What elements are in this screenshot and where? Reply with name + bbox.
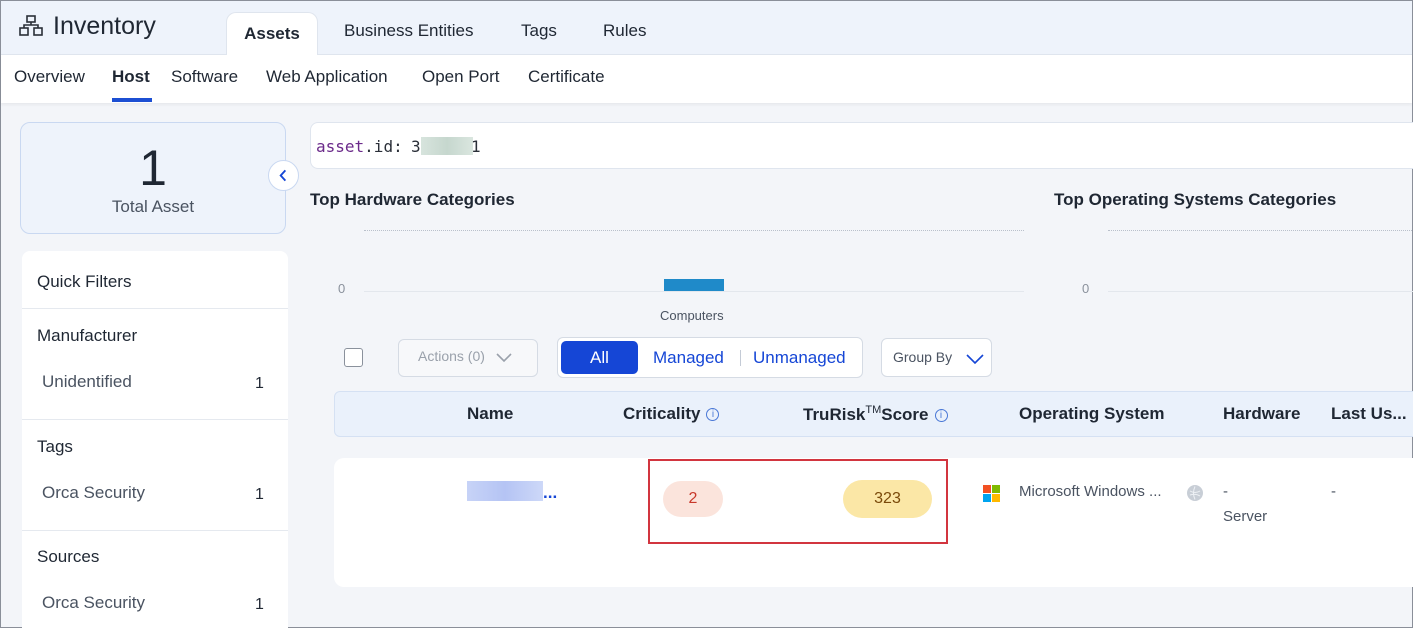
segment-managed[interactable]: Managed: [653, 348, 724, 368]
filter-item-orca-security-tag[interactable]: Orca Security: [42, 483, 145, 503]
hardware-chart-title: Top Hardware Categories: [310, 190, 515, 209]
collapse-panel-button[interactable]: [268, 160, 299, 191]
chart-gridline: [1108, 230, 1413, 231]
chart-gridline: [364, 230, 1024, 231]
globe-icon: [1187, 485, 1203, 501]
highlight-box: [648, 459, 948, 544]
os-value: Microsoft Windows ...: [1019, 483, 1162, 500]
filter-heading-manufacturer: Manufacturer: [37, 326, 138, 345]
filter-count: 1: [255, 486, 264, 503]
active-tab-indicator: [112, 98, 152, 102]
group-by-label: Group By: [893, 349, 953, 365]
column-header-last-used[interactable]: Last Us...: [1331, 404, 1407, 424]
total-asset-count: 1: [139, 140, 167, 196]
divider: [22, 419, 288, 420]
query-prop: .id:: [364, 137, 403, 156]
chevron-down-icon: [496, 353, 512, 363]
windows-icon: [983, 485, 1000, 502]
column-header-hardware[interactable]: Hardware: [1223, 404, 1300, 424]
tab-rules[interactable]: Rules: [603, 21, 646, 41]
y-tick-label: 0: [338, 281, 346, 296]
segment-unmanaged[interactable]: Unmanaged: [753, 348, 846, 368]
chevron-down-icon: [966, 354, 984, 365]
filter-count: 1: [255, 596, 264, 613]
query-field: asset: [316, 137, 365, 156]
subtab-web-application[interactable]: Web Application: [266, 67, 388, 87]
chart-baseline: [1108, 291, 1413, 292]
subtab-overview[interactable]: Overview: [14, 67, 85, 87]
total-asset-label: Total Asset: [111, 197, 195, 216]
asset-name-ellipsis[interactable]: ...: [543, 483, 557, 503]
subtab-certificate[interactable]: Certificate: [528, 67, 605, 87]
subtab-open-port[interactable]: Open Port: [422, 67, 500, 87]
query-value-end: 1: [471, 137, 481, 156]
inventory-icon: [19, 15, 43, 36]
filter-item-orca-security-source[interactable]: Orca Security: [42, 593, 145, 613]
query-value-start: 3: [411, 137, 421, 156]
trurisk-label: TruRisk: [803, 405, 866, 424]
redacted-value: [421, 137, 473, 155]
trademark-mark: TM: [865, 404, 882, 416]
filter-heading-tags: Tags: [37, 437, 73, 456]
criticality-label: Criticality: [623, 404, 701, 423]
group-by-dropdown[interactable]: Group By: [881, 338, 992, 377]
top-bar: [1, 1, 1412, 55]
y-tick-label: 0: [1082, 281, 1090, 296]
bar-computers[interactable]: [664, 279, 724, 291]
segment-divider: [740, 350, 741, 366]
query-text: asset.id:: [316, 137, 403, 156]
actions-label: Actions (0): [418, 348, 485, 364]
column-header-trurisk-score[interactable]: TruRiskTMScore i: [803, 404, 948, 425]
filter-count: 1: [255, 375, 264, 392]
asset-name-link[interactable]: [467, 481, 543, 501]
column-header-criticality[interactable]: Criticality i: [623, 404, 720, 424]
subtab-software[interactable]: Software: [171, 67, 238, 87]
column-header-operating-system[interactable]: Operating System: [1019, 404, 1165, 424]
tab-business-entities[interactable]: Business Entities: [344, 21, 473, 41]
hardware-type: Server: [1223, 508, 1268, 525]
divider: [22, 308, 288, 309]
x-tick-label: Computers: [660, 308, 724, 323]
column-header-name[interactable]: Name: [467, 404, 513, 424]
last-used-value: -: [1331, 483, 1336, 500]
tab-assets[interactable]: Assets: [226, 12, 318, 56]
hardware-value: -: [1223, 483, 1228, 500]
filter-heading-sources: Sources: [37, 547, 100, 566]
subtab-host[interactable]: Host: [112, 67, 150, 87]
info-icon[interactable]: i: [706, 408, 720, 421]
app-title: Inventory: [53, 12, 156, 40]
os-chart-title: Top Operating Systems Categories: [1054, 190, 1337, 209]
quick-filters-title: Quick Filters: [37, 272, 132, 291]
tab-tags[interactable]: Tags: [521, 21, 557, 41]
filter-item-unidentified[interactable]: Unidentified: [42, 372, 132, 392]
divider: [22, 530, 288, 531]
segment-all[interactable]: All: [561, 341, 638, 374]
actions-button[interactable]: Actions (0): [398, 339, 538, 377]
info-icon[interactable]: i: [934, 409, 948, 422]
chart-baseline: [364, 291, 1024, 292]
score-label: Score: [881, 405, 929, 424]
select-all-checkbox[interactable]: [344, 348, 363, 367]
